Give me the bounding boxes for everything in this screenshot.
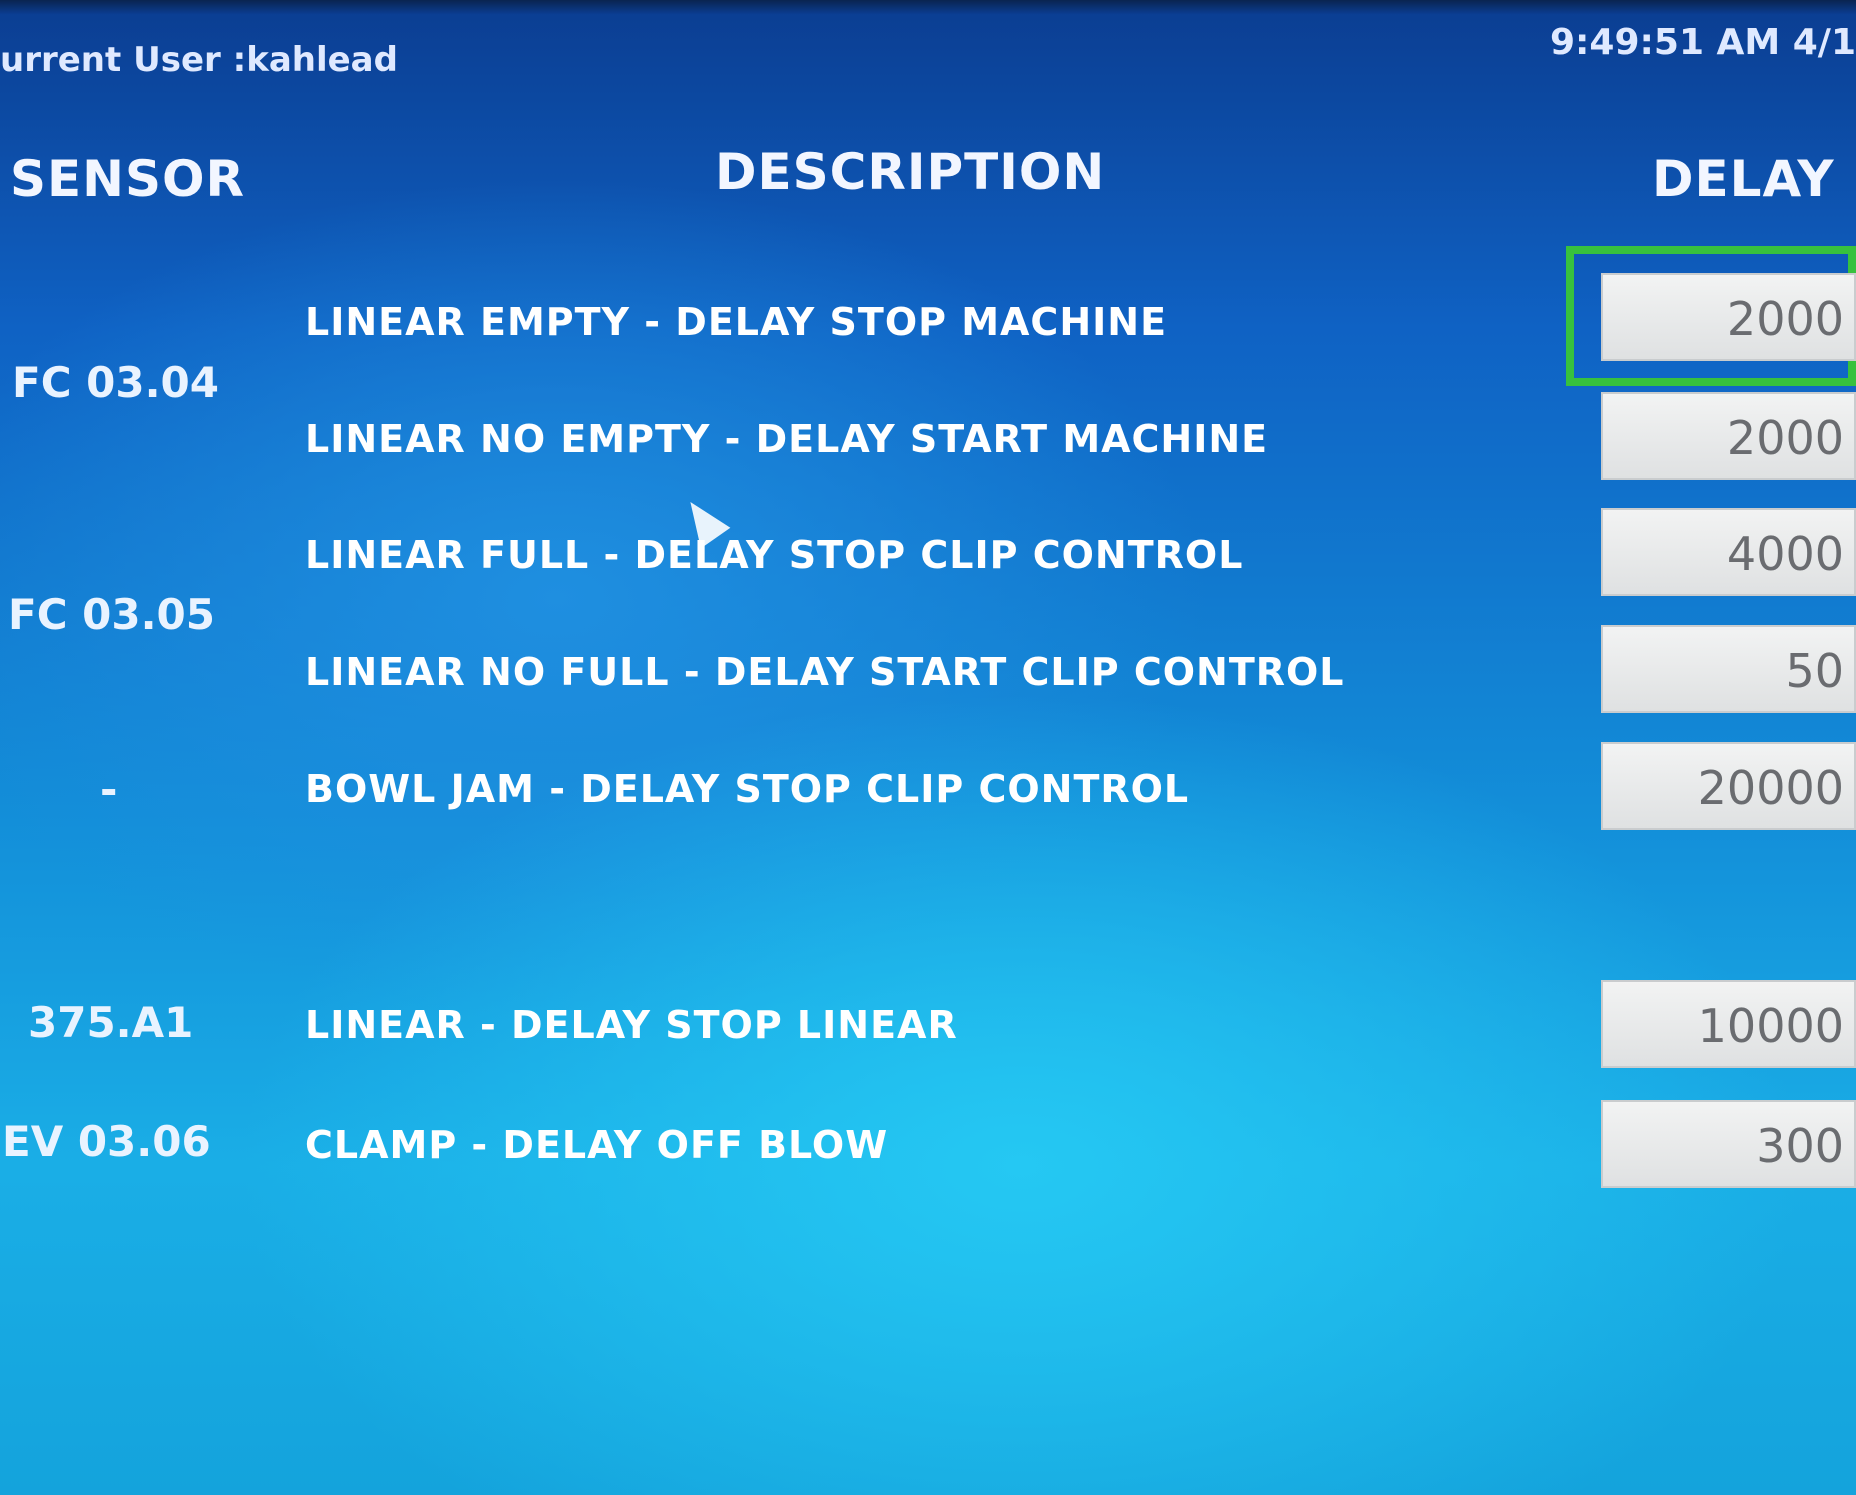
col-header-sensor: SENSOR — [10, 150, 246, 208]
current-user-label: urrent User :kahlead — [0, 40, 398, 80]
delay-clamp-blow[interactable]: 300 — [1601, 1100, 1856, 1188]
delay-linear-no-empty[interactable]: 2000 — [1601, 392, 1856, 480]
desc-linear-no-full: LINEAR NO FULL - DELAY START CLIP CONTRO… — [305, 650, 1345, 694]
desc-linear-no-empty: LINEAR NO EMPTY - DELAY START MACHINE — [305, 417, 1269, 461]
desc-linear-full: LINEAR FULL - DELAY STOP CLIP CONTROL — [305, 533, 1244, 577]
delay-linear-full[interactable]: 4000 — [1601, 508, 1856, 596]
col-header-description: DESCRIPTION — [715, 143, 1106, 201]
delay-linear-empty[interactable]: 2000 — [1601, 273, 1856, 361]
col-header-delay: DELAY — [1652, 150, 1835, 208]
desc-linear-empty: LINEAR EMPTY - DELAY STOP MACHINE — [305, 300, 1168, 344]
sensor-fc-03-04: FC 03.04 — [12, 358, 219, 407]
sensor-375-a1: 375.A1 — [28, 998, 194, 1047]
delay-linear-stop[interactable]: 10000 — [1601, 980, 1856, 1068]
desc-clamp-blow: CLAMP - DELAY OFF BLOW — [305, 1123, 889, 1167]
sensor-fc-03-05: FC 03.05 — [8, 590, 215, 639]
desc-linear-stop: LINEAR - DELAY STOP LINEAR — [305, 1003, 958, 1047]
delay-bowl-jam[interactable]: 20000 — [1601, 742, 1856, 830]
sensor-ev-03-06: EV 03.06 — [2, 1117, 211, 1166]
desc-bowl-jam: BOWL JAM - DELAY STOP CLIP CONTROL — [305, 767, 1190, 811]
delay-linear-no-full[interactable]: 50 — [1601, 625, 1856, 713]
sensor-dash: - — [100, 765, 118, 814]
top-strip — [0, 0, 1856, 14]
clock: 9:49:51 AM 4/1 — [1549, 22, 1856, 63]
